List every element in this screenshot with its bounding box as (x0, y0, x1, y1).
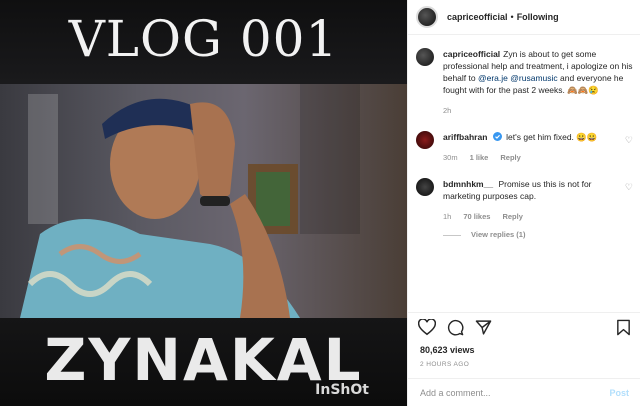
comments-list[interactable]: capriceofficial Zyn is about to get some … (408, 34, 640, 306)
avatar[interactable] (416, 6, 438, 28)
reply-button[interactable]: Reply (500, 152, 520, 164)
bookmark-icon[interactable] (616, 319, 631, 336)
following-button[interactable]: Following (517, 12, 559, 22)
comment-time[interactable]: 1h (443, 211, 451, 223)
caption: capriceofficial Zyn is about to get some … (408, 48, 640, 117)
post-header: capriceofficial • Following (408, 0, 640, 35)
verified-badge-icon (492, 132, 502, 141)
comment-text: let's get him fixed. 😀😀 (506, 132, 598, 142)
avatar[interactable] (416, 178, 434, 196)
avatar[interactable] (416, 48, 434, 66)
post-timestamp[interactable]: 2 HOURS AGO (420, 361, 469, 368)
caption-username[interactable]: capriceofficial (443, 49, 500, 59)
share-icon[interactable] (475, 319, 492, 336)
post-media[interactable]: VLOG 001 ZYNAKAL InShOt (0, 0, 407, 406)
action-bar (408, 312, 640, 342)
comment-time[interactable]: 30m (443, 152, 458, 164)
comment-username[interactable]: bdmnhkm__ (443, 179, 493, 189)
mention-link[interactable]: @rusamusic (510, 73, 557, 83)
comment-box: Add a comment... Post (408, 378, 640, 406)
comment-username[interactable]: ariffbahran (443, 132, 487, 142)
caption-time[interactable]: 2h (443, 105, 451, 117)
heart-icon[interactable]: ♡ (625, 135, 633, 164)
divider (443, 234, 461, 236)
heart-icon[interactable] (418, 319, 436, 336)
person-figure (20, 98, 300, 318)
view-replies-label: View replies (1) (471, 230, 526, 239)
view-count[interactable]: 80,623 views (420, 345, 475, 355)
heart-icon[interactable]: ♡ (625, 182, 633, 241)
inshot-watermark: InShOt (315, 382, 369, 398)
avatar[interactable] (416, 131, 434, 149)
mention-link[interactable]: @era.je (478, 73, 508, 83)
post-sidebar: capriceofficial • Following capriceoffic… (407, 0, 640, 406)
comment-item: ariffbahran let's get him fixed. 😀😀 30m … (408, 131, 640, 164)
post-button[interactable]: Post (609, 388, 629, 398)
comment-item: bdmnhkm__ Promise us this is not for mar… (408, 178, 640, 241)
header-separator: • (510, 12, 514, 22)
reply-button[interactable]: Reply (502, 211, 522, 223)
header-username[interactable]: capriceofficial (447, 12, 508, 22)
comment-icon[interactable] (447, 319, 464, 336)
video-frame (0, 84, 407, 318)
comment-likes[interactable]: 1 like (470, 152, 489, 164)
comment-likes[interactable]: 70 likes (463, 211, 490, 223)
comment-input[interactable]: Add a comment... (420, 388, 491, 398)
vlog-title-overlay: VLOG 001 (68, 10, 339, 68)
view-replies-button[interactable]: View replies (1) (443, 229, 619, 241)
